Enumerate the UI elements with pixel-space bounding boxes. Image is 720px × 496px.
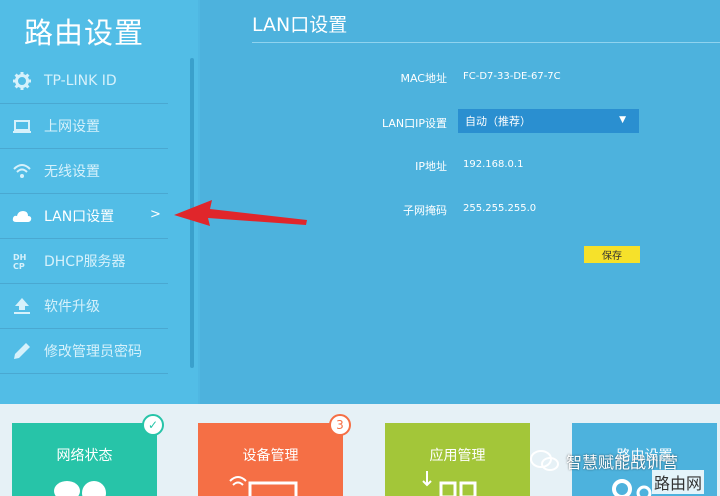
tile-label: 应用管理	[429, 448, 486, 464]
sidebar-item-label: TP-LINK ID	[44, 73, 117, 89]
mac-label: MAC地址	[400, 72, 447, 85]
sidebar-title: 路由设置	[24, 16, 145, 50]
sidebar-item-label: 修改管理员密码	[44, 344, 142, 360]
devices-icon	[229, 476, 298, 496]
svg-text:DH: DH	[13, 253, 26, 262]
ip-label: IP地址	[415, 160, 447, 173]
sidebar-item-tplink-id[interactable]: TP-LINK ID	[0, 59, 168, 104]
ip-value: 192.168.0.1	[463, 159, 524, 170]
gear-icon	[12, 71, 32, 91]
mac-value: FC-D7-33-DE-67-7C	[463, 71, 561, 82]
check-badge-icon: ✓	[142, 414, 164, 436]
sidebar: 路由设置 TP-LINK ID 上网设置 无线设置 LAN口设置 > DH CP…	[0, 0, 198, 404]
sidebar-nav: TP-LINK ID 上网设置 无线设置 LAN口设置 > DH CP DHCP…	[0, 59, 168, 374]
upload-icon	[12, 296, 32, 316]
svg-text:CP: CP	[13, 262, 25, 271]
mask-value: 255.255.255.0	[463, 203, 537, 214]
sidebar-item-lan[interactable]: LAN口设置 >	[0, 194, 168, 239]
page-title: LAN口设置	[252, 14, 348, 36]
dhcp-icon: DH CP	[12, 251, 32, 271]
red-arrow-annotation	[174, 200, 307, 226]
save-button[interactable]: 保存	[584, 246, 640, 263]
pencil-icon	[12, 341, 32, 361]
sidebar-item-wireless[interactable]: 无线设置	[0, 149, 168, 194]
lanip-select-value: 自动（推荐）	[465, 115, 531, 128]
cloud-icon	[12, 206, 32, 226]
count-badge: 3	[329, 414, 351, 436]
lanip-label: LAN口IP设置	[381, 117, 447, 130]
wifi-icon	[12, 161, 32, 181]
tile-label: 设备管理	[242, 448, 299, 464]
sidebar-item-label: LAN口设置	[44, 209, 115, 225]
wechat-icon	[530, 450, 559, 471]
sidebar-item-label: 无线设置	[44, 164, 100, 180]
sidebar-item-label: DHCP服务器	[44, 254, 126, 270]
caret-down-icon: ▼	[619, 115, 626, 125]
sidebar-item-password[interactable]: 修改管理员密码	[0, 329, 168, 374]
router-app: 路由设置 TP-LINK ID 上网设置 无线设置 LAN口设置 > DH CP…	[0, 0, 720, 404]
tile-network-status[interactable]: 网络状态	[12, 423, 157, 496]
laptop-icon	[12, 116, 32, 136]
sidebar-item-label: 上网设置	[44, 119, 100, 135]
sidebar-item-upgrade[interactable]: 软件升级	[0, 284, 168, 329]
sidebar-item-label: 软件升级	[44, 299, 100, 315]
lanip-select[interactable]: 自动（推荐） ▼	[458, 109, 639, 133]
tile-label: 网络状态	[56, 448, 113, 464]
mask-label: 子网掩码	[403, 204, 447, 217]
tile-app-management[interactable]: 应用管理	[385, 423, 530, 496]
sidebar-item-dhcp[interactable]: DH CP DHCP服务器	[0, 239, 168, 284]
site-watermark: 路由网	[652, 470, 705, 494]
apps-icon	[422, 471, 477, 496]
tile-device-management[interactable]: 设备管理	[198, 423, 343, 496]
chevron-right-icon: >	[150, 207, 161, 222]
chat-icon	[54, 481, 106, 496]
title-divider	[252, 42, 720, 43]
sidebar-item-internet[interactable]: 上网设置	[0, 104, 168, 149]
